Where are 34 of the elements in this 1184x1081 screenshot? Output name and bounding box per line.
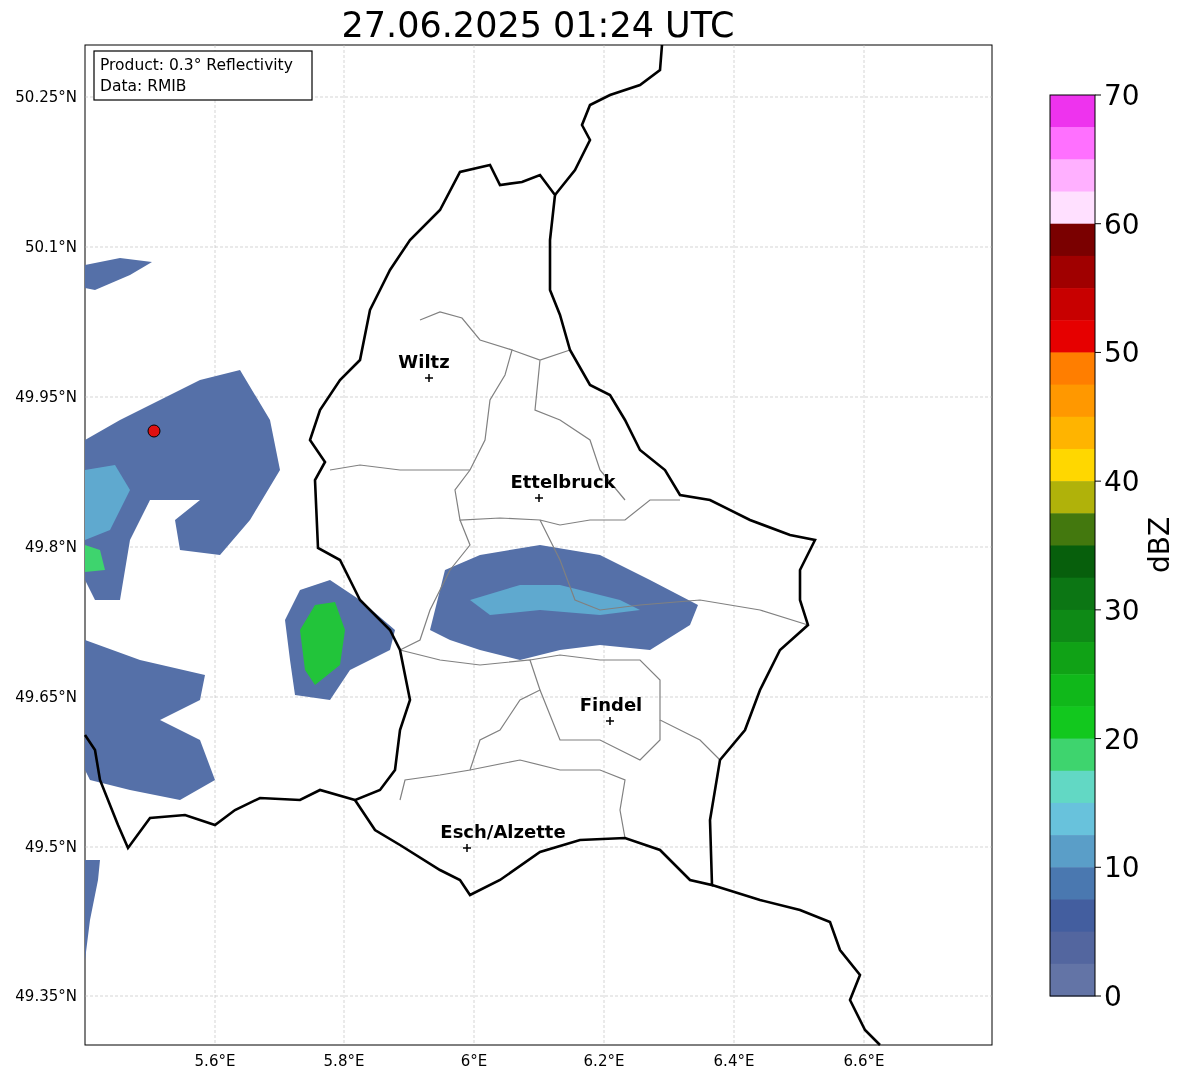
city-label: Findel bbox=[579, 694, 643, 715]
city-label: Wiltz bbox=[398, 351, 450, 372]
latitude-label: 49.65°N bbox=[15, 688, 77, 706]
latitude-label: 49.5°N bbox=[24, 838, 77, 856]
radar-site-icon bbox=[147, 424, 161, 438]
figure-title: 27.06.2025 01:24 UTC bbox=[341, 5, 735, 45]
longitude-label: 6.4°E bbox=[713, 1052, 755, 1070]
latitude-label: 50.25°N bbox=[15, 88, 77, 106]
longitude-label: 6°E bbox=[460, 1052, 488, 1070]
city-marker-icon bbox=[534, 493, 544, 503]
colorbar-tick-label: 0 bbox=[1104, 980, 1122, 1013]
longitude-label: 6.6°E bbox=[843, 1052, 885, 1070]
colorbar-tick-label: 70 bbox=[1104, 79, 1140, 112]
colorbar-tick-label: 10 bbox=[1104, 851, 1140, 885]
longitude-label: 6.2°E bbox=[583, 1052, 625, 1070]
city-label: Esch/Alzette bbox=[440, 821, 566, 842]
city-label: Ettelbruck bbox=[510, 471, 616, 492]
city-marker-icon bbox=[424, 373, 434, 383]
colorbar-tick-label: 40 bbox=[1104, 465, 1140, 499]
city-marker-icon bbox=[462, 843, 472, 853]
city-marker-icon bbox=[605, 716, 615, 726]
colorbar-unit-label: dBZ bbox=[1143, 516, 1176, 574]
colorbar-tick-label: 60 bbox=[1104, 207, 1140, 241]
latitude-label: 49.8°N bbox=[24, 538, 77, 556]
latitude-label: 49.35°N bbox=[15, 987, 77, 1005]
colorbar-tick-label: 20 bbox=[1104, 722, 1140, 756]
legend-text: Product: 0.3° Reflectivity bbox=[100, 56, 293, 74]
colorbar-tick-label: 30 bbox=[1104, 593, 1140, 627]
colorbar-tick-label: 50 bbox=[1104, 336, 1140, 370]
longitude-label: 5.8°E bbox=[323, 1052, 365, 1070]
longitude-label: 5.6°E bbox=[194, 1052, 236, 1070]
latitude-label: 49.95°N bbox=[15, 388, 77, 406]
latitude-label: 50.1°N bbox=[24, 238, 77, 256]
legend-text: Data: RMIB bbox=[100, 77, 187, 95]
